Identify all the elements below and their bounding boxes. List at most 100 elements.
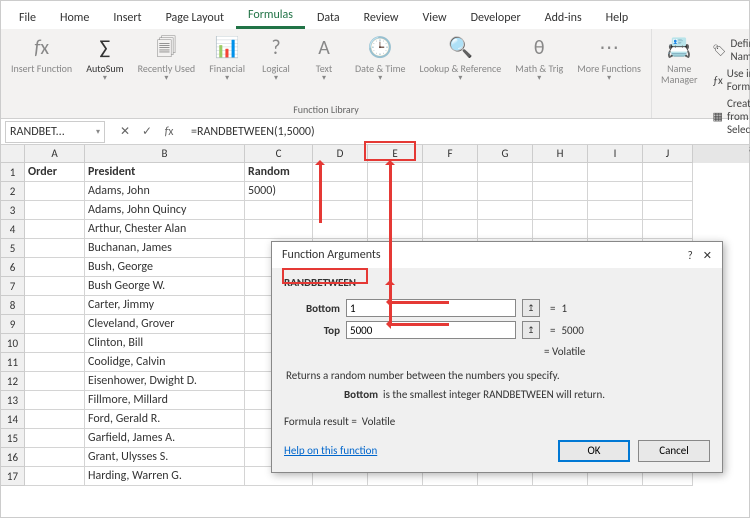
name-box[interactable]: RANDBET... ▾	[5, 121, 105, 143]
cell[interactable]	[25, 182, 85, 201]
insert-function-button[interactable]: fx Insert Function	[7, 33, 76, 101]
recently-used-button[interactable]: 🗐 Recently Used ▾	[134, 33, 200, 101]
help-icon[interactable]: ?	[688, 249, 693, 262]
range-select-button[interactable]: ↥	[522, 299, 540, 317]
ribbon-tab-view[interactable]: View	[411, 5, 459, 29]
cell[interactable]	[25, 315, 85, 334]
cell[interactable]: Bush, George	[85, 258, 245, 277]
row-header[interactable]: 12	[1, 372, 25, 391]
cell[interactable]	[588, 163, 643, 182]
cell[interactable]	[533, 201, 588, 220]
fx-button[interactable]: fx	[159, 122, 179, 142]
cell[interactable]	[25, 448, 85, 467]
cell[interactable]: Harding, Warren G.	[85, 467, 245, 486]
autosum-button[interactable]: ∑ AutoSum ▾	[82, 33, 127, 101]
cancel-formula-button[interactable]: ✕	[115, 122, 135, 142]
cell[interactable]: Carter, Jimmy	[85, 296, 245, 315]
math-button[interactable]: θ Math & Trig ▾	[511, 33, 567, 101]
col-header[interactable]: H	[533, 145, 588, 163]
row-header[interactable]: 17	[1, 467, 25, 486]
text-button[interactable]: A Text ▾	[303, 33, 345, 101]
cell[interactable]	[643, 163, 693, 182]
cell[interactable]	[25, 239, 85, 258]
col-header[interactable]: A	[25, 145, 85, 163]
ribbon-tab-developer[interactable]: Developer	[459, 5, 533, 29]
row-header[interactable]: 8	[1, 296, 25, 315]
row-header[interactable]: 16	[1, 448, 25, 467]
cell[interactable]	[25, 220, 85, 239]
lookup-button[interactable]: 🔍 Lookup & Reference ▾	[416, 33, 506, 101]
ribbon-tab-insert[interactable]: Insert	[101, 5, 153, 29]
col-header[interactable]: C	[245, 145, 313, 163]
ribbon-tab-home[interactable]: Home	[48, 5, 101, 29]
row-header[interactable]: 1	[1, 163, 25, 182]
row-header[interactable]: 3	[1, 201, 25, 220]
use-in-formula-button[interactable]: ƒxUse in Formula ▾	[713, 67, 750, 93]
cell[interactable]	[478, 182, 533, 201]
cell[interactable]	[368, 201, 423, 220]
cell[interactable]	[25, 391, 85, 410]
cell[interactable]	[588, 220, 643, 239]
cell[interactable]	[368, 220, 423, 239]
cell[interactable]: Garfield, James A.	[85, 429, 245, 448]
range-select-button[interactable]: ↥	[522, 321, 540, 339]
col-header[interactable]: F	[423, 145, 478, 163]
row-header[interactable]: 4	[1, 220, 25, 239]
row-header[interactable]: 13	[1, 391, 25, 410]
cell[interactable]: Buchanan, James	[85, 239, 245, 258]
row-header[interactable]: 11	[1, 353, 25, 372]
row-header[interactable]: 6	[1, 258, 25, 277]
cell[interactable]: Bush George W.	[85, 277, 245, 296]
cell[interactable]	[533, 163, 588, 182]
cell[interactable]	[478, 201, 533, 220]
cell[interactable]: Grant, Ulysses S.	[85, 448, 245, 467]
cell[interactable]: Adams, John	[85, 182, 245, 201]
cell[interactable]	[423, 201, 478, 220]
cell[interactable]	[245, 201, 313, 220]
cell[interactable]: Clinton, Bill	[85, 334, 245, 353]
cell[interactable]	[25, 334, 85, 353]
cell[interactable]: Order	[25, 163, 85, 182]
cell[interactable]: Cleveland, Grover	[85, 315, 245, 334]
datetime-button[interactable]: 🕒 Date & Time ▾	[351, 33, 410, 101]
ok-button[interactable]: OK	[558, 440, 630, 462]
cell[interactable]: Eisenhower, Dwight D.	[85, 372, 245, 391]
cell[interactable]: Arthur, Chester Alan	[85, 220, 245, 239]
cell[interactable]	[423, 163, 478, 182]
formula-input[interactable]: =RANDBETWEEN(1,5000)	[185, 123, 749, 141]
ribbon-tab-formulas[interactable]: Formulas	[236, 2, 305, 29]
col-header[interactable]: I	[588, 145, 643, 163]
cell[interactable]: Coolidge, Calvin	[85, 353, 245, 372]
row-header[interactable]: 10	[1, 334, 25, 353]
cell[interactable]	[25, 410, 85, 429]
row-header[interactable]: 5	[1, 239, 25, 258]
cell[interactable]	[368, 182, 423, 201]
help-link[interactable]: Help on this function	[284, 444, 377, 457]
row-header[interactable]: 7	[1, 277, 25, 296]
cell[interactable]	[423, 220, 478, 239]
cell[interactable]	[478, 220, 533, 239]
select-all-button[interactable]	[1, 145, 25, 163]
cell[interactable]	[533, 182, 588, 201]
col-header[interactable]: B	[85, 145, 245, 163]
cell[interactable]: President	[85, 163, 245, 182]
cell[interactable]	[533, 220, 588, 239]
cell[interactable]	[25, 258, 85, 277]
col-header[interactable]: J	[643, 145, 693, 163]
row-header[interactable]: 2	[1, 182, 25, 201]
cell[interactable]	[25, 353, 85, 372]
cell[interactable]: Ford, Gerald R.	[85, 410, 245, 429]
cell[interactable]	[478, 163, 533, 182]
ribbon-tab-page-layout[interactable]: Page Layout	[154, 5, 236, 29]
col-header[interactable]: G	[478, 145, 533, 163]
financial-button[interactable]: 📊 Financial ▾	[205, 33, 249, 101]
cell[interactable]: Adams, John Quincy	[85, 201, 245, 220]
cell[interactable]	[588, 182, 643, 201]
cell[interactable]	[588, 201, 643, 220]
cell[interactable]	[368, 163, 423, 182]
cell[interactable]	[643, 182, 693, 201]
ribbon-tab-add-ins[interactable]: Add-ins	[533, 5, 594, 29]
ribbon-tab-help[interactable]: Help	[594, 5, 641, 29]
row-header[interactable]: 9	[1, 315, 25, 334]
ribbon-tab-data[interactable]: Data	[305, 5, 352, 29]
